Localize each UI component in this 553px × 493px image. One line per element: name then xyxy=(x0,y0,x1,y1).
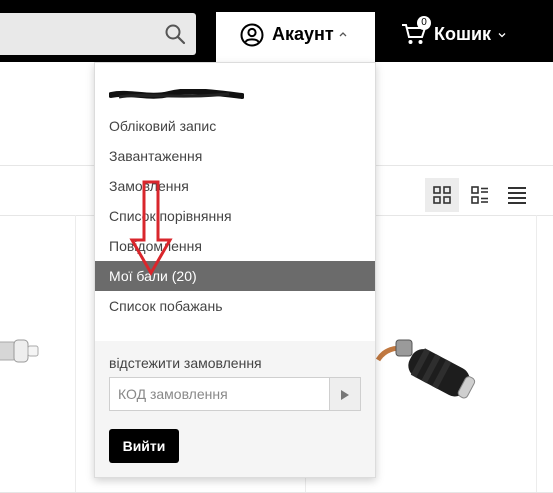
track-order-submit-button[interactable] xyxy=(329,377,361,411)
track-order-section: відстежити замовлення Вийти xyxy=(95,341,375,477)
grid-view-icon xyxy=(433,186,451,204)
cart-label: Кошик xyxy=(434,24,492,44)
menu-item-account[interactable]: Обліковий запис xyxy=(95,111,375,141)
cart-count-badge: 0 xyxy=(417,16,431,30)
play-arrow-icon xyxy=(341,390,349,400)
product-grid-divider xyxy=(75,215,76,493)
track-order-title: відстежити замовлення xyxy=(109,355,262,371)
product-image[interactable] xyxy=(0,320,50,380)
compact-list-icon xyxy=(508,187,526,204)
product-image[interactable] xyxy=(376,330,486,415)
cart-button[interactable]: 0 Кошик xyxy=(401,14,541,54)
page: Акаунт 0 Кошик Обліковий запис Завантаже… xyxy=(0,0,553,493)
compact-list-view-button[interactable] xyxy=(500,178,534,212)
search-icon[interactable] xyxy=(164,23,186,45)
product-grid-divider xyxy=(536,215,537,493)
account-menu-toggle[interactable]: Акаунт xyxy=(216,12,375,62)
redacted-username xyxy=(109,89,244,99)
user-circle-icon xyxy=(240,23,264,47)
menu-item-wishlist[interactable]: Список побажань xyxy=(95,291,375,321)
account-label: Акаунт xyxy=(272,24,334,44)
annotation-arrow-icon xyxy=(129,180,173,276)
header-bar: Акаунт 0 Кошик xyxy=(0,0,553,62)
menu-item-downloads[interactable]: Завантаження xyxy=(95,141,375,171)
grid-view-button[interactable] xyxy=(425,178,459,212)
chevron-up-icon xyxy=(339,32,347,37)
logout-button[interactable]: Вийти xyxy=(109,429,179,463)
list-view-icon xyxy=(471,186,488,204)
list-view-button[interactable] xyxy=(463,178,497,212)
order-code-input[interactable] xyxy=(109,377,329,411)
search-field[interactable] xyxy=(0,13,196,55)
chevron-down-icon xyxy=(498,33,506,38)
